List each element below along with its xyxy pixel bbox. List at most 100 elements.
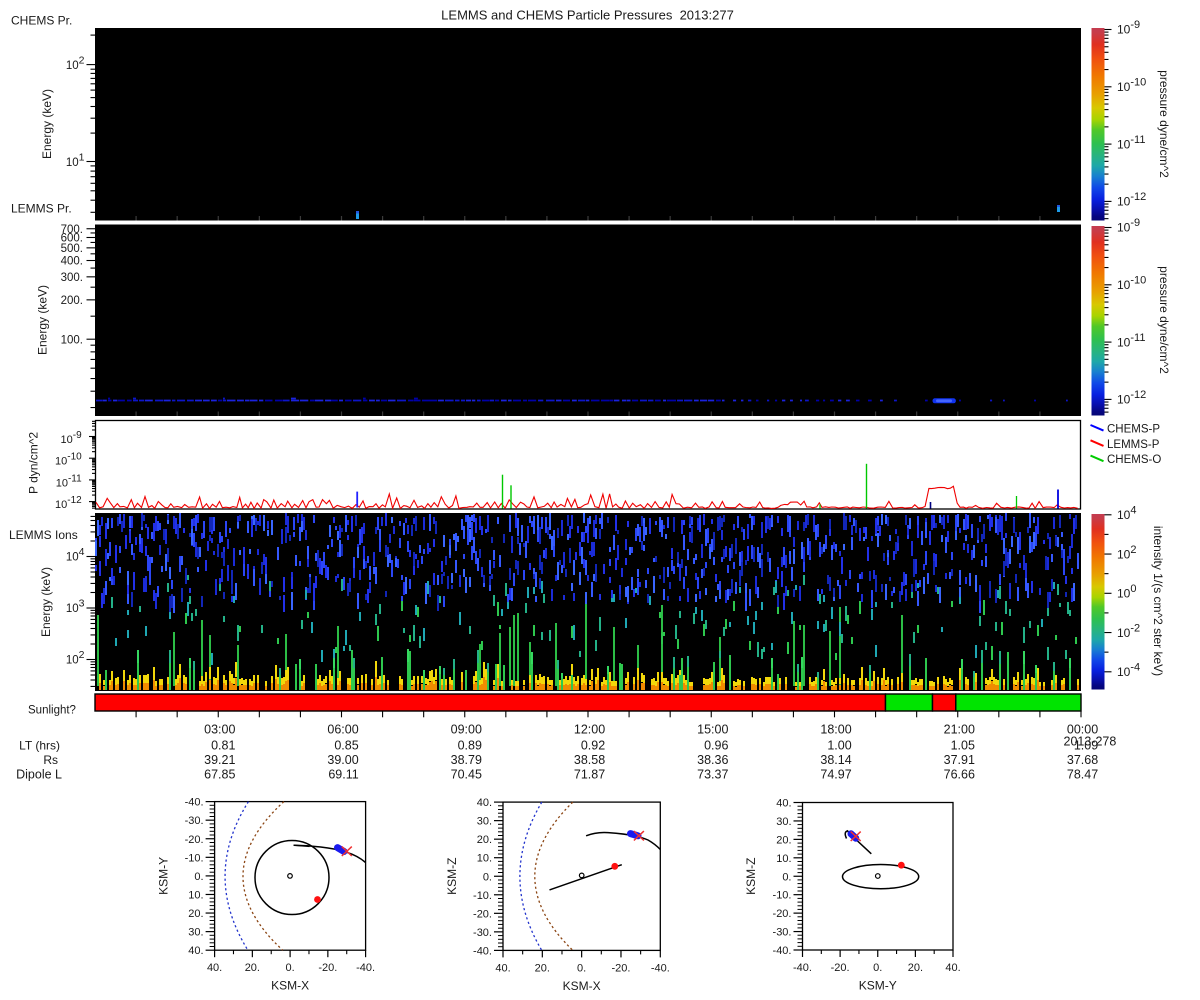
svg-text:40.: 40. (477, 797, 492, 809)
svg-text:Energy (keV): Energy (keV) (39, 567, 53, 637)
svg-text:30.: 30. (188, 927, 203, 939)
svg-text:102: 102 (1117, 544, 1136, 562)
svg-text:-20.: -20. (185, 834, 204, 846)
svg-text:30.: 30. (477, 816, 492, 828)
svg-text:-20.: -20. (473, 908, 492, 920)
svg-text:0.: 0. (483, 871, 492, 883)
svg-text:0.: 0. (873, 962, 882, 974)
svg-text:39.21: 39.21 (204, 753, 235, 767)
svg-text:LEMMS Ions: LEMMS Ions (9, 528, 78, 542)
svg-text:-30.: -30. (185, 815, 204, 827)
svg-text:300.: 300. (61, 272, 83, 284)
svg-text:KSM-Z: KSM-Z (744, 858, 758, 895)
svg-text:-10.: -10. (185, 852, 204, 864)
svg-text:Rs: Rs (43, 753, 58, 767)
svg-text:intensity 1/(s cm^2 ster keV): intensity 1/(s cm^2 ster keV) (1151, 526, 1165, 676)
svg-text:20.: 20. (776, 834, 791, 846)
svg-text:10-12: 10-12 (1117, 191, 1146, 209)
svg-text:Energy (keV): Energy (keV) (40, 89, 54, 159)
svg-text:2013-278: 2013-278 (1064, 735, 1117, 749)
svg-text:0.92: 0.92 (581, 739, 605, 753)
svg-text:0.: 0. (782, 871, 791, 883)
svg-text:10-10: 10-10 (1117, 77, 1146, 95)
svg-text:-20.: -20. (831, 962, 850, 974)
svg-text:10-9: 10-9 (1117, 217, 1140, 235)
svg-text:39.00: 39.00 (327, 753, 358, 767)
svg-text:73.37: 73.37 (697, 768, 728, 782)
svg-text:71.87: 71.87 (574, 768, 605, 782)
svg-text:0.81: 0.81 (211, 739, 235, 753)
svg-text:LEMMS and CHEMS Particle Press: LEMMS and CHEMS Particle Pressures 2013:… (441, 8, 734, 23)
svg-text:KSM-Y: KSM-Y (156, 857, 170, 895)
svg-text:1.05: 1.05 (951, 739, 975, 753)
svg-text:Energy (keV): Energy (keV) (35, 285, 49, 355)
svg-text:102: 102 (66, 649, 85, 667)
svg-text:10-12: 10-12 (1117, 389, 1146, 407)
svg-text:03:00: 03:00 (204, 723, 235, 737)
svg-text:10-10: 10-10 (55, 452, 82, 468)
svg-text:78.47: 78.47 (1067, 768, 1098, 782)
svg-text:10-4: 10-4 (1117, 662, 1140, 680)
svg-text:15:00: 15:00 (697, 723, 728, 737)
svg-text:10-11: 10-11 (56, 473, 82, 489)
svg-text:40.: 40. (776, 798, 791, 810)
svg-text:67.85: 67.85 (204, 768, 235, 782)
svg-text:40.: 40. (207, 962, 222, 974)
svg-text:20.: 20. (188, 908, 203, 920)
svg-text:Sunlight?: Sunlight? (28, 705, 76, 717)
svg-text:10.: 10. (477, 853, 492, 865)
svg-text:-40.: -40. (793, 962, 812, 974)
svg-text:-40.: -40. (185, 797, 204, 809)
svg-text:-40.: -40. (473, 945, 492, 957)
svg-text:18:00: 18:00 (820, 723, 851, 737)
svg-text:100: 100 (1117, 583, 1136, 601)
svg-text:pressure dyne/cm^2: pressure dyne/cm^2 (1157, 70, 1171, 178)
svg-text:400.: 400. (61, 256, 83, 268)
svg-text:10-11: 10-11 (1117, 332, 1145, 350)
svg-text:-30.: -30. (473, 927, 492, 939)
svg-text:1.00: 1.00 (827, 739, 851, 753)
svg-text:06:00: 06:00 (327, 723, 358, 737)
svg-text:0.: 0. (286, 962, 295, 974)
svg-text:-20.: -20. (318, 962, 337, 974)
svg-text:-40.: -40. (773, 945, 792, 957)
svg-text:CHEMS-O: CHEMS-O (1107, 454, 1161, 466)
svg-text:LT (hrs): LT (hrs) (19, 739, 60, 753)
svg-text:100.: 100. (61, 334, 83, 346)
svg-text:500.: 500. (61, 243, 83, 255)
svg-text:10.: 10. (188, 889, 203, 901)
svg-text:pressure dyne/cm^2: pressure dyne/cm^2 (1157, 266, 1171, 374)
svg-text:10-2: 10-2 (1117, 622, 1140, 640)
svg-text:70.45: 70.45 (451, 768, 482, 782)
svg-text:-20.: -20. (611, 962, 630, 974)
svg-text:CHEMS Pr.: CHEMS Pr. (11, 14, 72, 28)
svg-text:CHEMS-P: CHEMS-P (1107, 424, 1160, 436)
svg-text:102: 102 (66, 54, 85, 72)
svg-text:0.85: 0.85 (334, 739, 358, 753)
svg-text:KSM-X: KSM-X (271, 979, 309, 993)
svg-text:200.: 200. (61, 295, 83, 307)
svg-text:KSM-Y: KSM-Y (859, 979, 897, 993)
svg-text:-10.: -10. (473, 890, 492, 902)
svg-text:10-9: 10-9 (1117, 19, 1140, 37)
svg-text:104: 104 (1117, 505, 1136, 523)
svg-text:10-12: 10-12 (55, 495, 82, 511)
svg-text:20.: 20. (535, 962, 550, 974)
svg-text:76.66: 76.66 (944, 768, 975, 782)
svg-text:74.97: 74.97 (820, 768, 851, 782)
svg-text:20.: 20. (908, 962, 923, 974)
svg-text:KSM-Z: KSM-Z (445, 858, 459, 895)
svg-text:0.89: 0.89 (458, 739, 482, 753)
svg-text:0.: 0. (577, 962, 586, 974)
svg-text:-40.: -40. (651, 962, 670, 974)
svg-text:P dyn/cm^2: P dyn/cm^2 (26, 432, 40, 494)
svg-text:103: 103 (66, 598, 85, 616)
svg-text:21:00: 21:00 (944, 723, 975, 737)
svg-text:37.68: 37.68 (1067, 753, 1098, 767)
svg-text:101: 101 (66, 151, 85, 169)
svg-text:09:00: 09:00 (451, 723, 482, 737)
svg-text:10.: 10. (776, 853, 791, 865)
svg-text:0.: 0. (194, 871, 203, 883)
svg-text:0.96: 0.96 (704, 739, 728, 753)
svg-text:10-10: 10-10 (1117, 275, 1146, 293)
